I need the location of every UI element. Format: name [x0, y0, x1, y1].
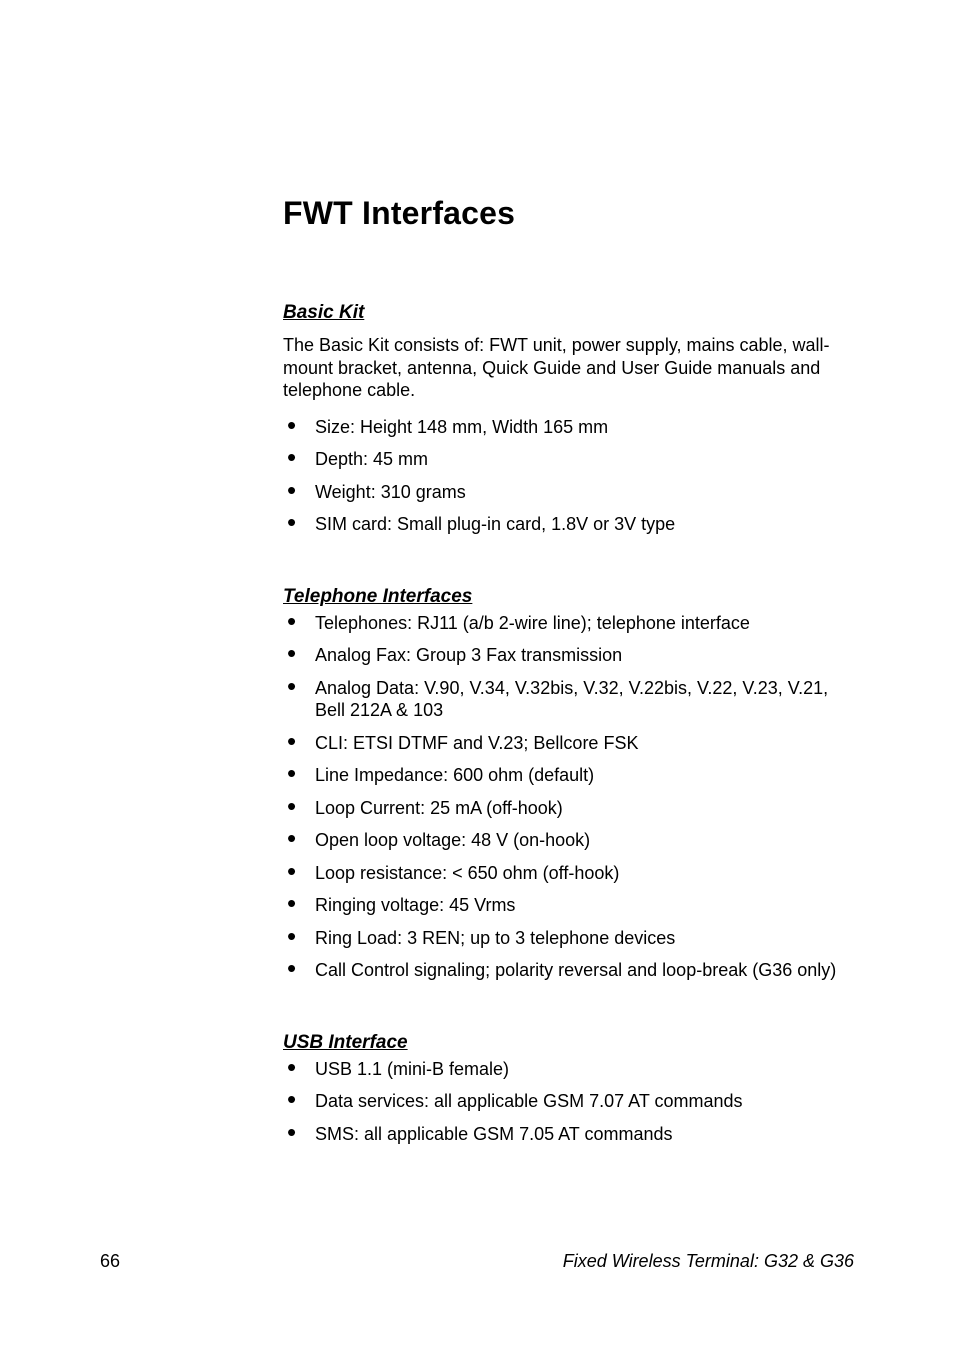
list-item: SMS: all applicable GSM 7.05 AT commands — [283, 1123, 854, 1146]
list-item: Weight: 310 grams — [283, 481, 854, 504]
list-item: USB 1.1 (mini-B female) — [283, 1058, 854, 1081]
list-item: SIM card: Small plug-in card, 1.8V or 3V… — [283, 513, 854, 536]
list-item: Ringing voltage: 45 Vrms — [283, 894, 854, 917]
list-item: Open loop voltage: 48 V (on-hook) — [283, 829, 854, 852]
page-footer: 66 Fixed Wireless Terminal: G32 & G36 — [0, 1251, 954, 1272]
basic-kit-intro: The Basic Kit consists of: FWT unit, pow… — [283, 334, 843, 402]
list-item: Call Control signaling; polarity reversa… — [283, 959, 854, 982]
list-item: CLI: ETSI DTMF and V.23; Bellcore FSK — [283, 732, 854, 755]
list-item: Line Impedance: 600 ohm (default) — [283, 764, 854, 787]
list-item: Depth: 45 mm — [283, 448, 854, 471]
list-item: Size: Height 148 mm, Width 165 mm — [283, 416, 854, 439]
section-heading-basic-kit: Basic Kit — [283, 302, 854, 324]
list-item: Loop Current: 25 mA (off-hook) — [283, 797, 854, 820]
list-item: Analog Fax: Group 3 Fax transmission — [283, 644, 854, 667]
usb-interface-list: USB 1.1 (mini-B female) Data services: a… — [283, 1058, 854, 1146]
list-item: Data services: all applicable GSM 7.07 A… — [283, 1090, 854, 1113]
telephone-interfaces-list: Telephones: RJ11 (a/b 2-wire line); tele… — [283, 612, 854, 982]
page-title: FWT Interfaces — [283, 195, 854, 232]
page: FWT Interfaces Basic Kit The Basic Kit c… — [0, 0, 954, 1352]
list-item: Ring Load: 3 REN; up to 3 telephone devi… — [283, 927, 854, 950]
page-number: 66 — [100, 1251, 120, 1272]
basic-kit-list: Size: Height 148 mm, Width 165 mm Depth:… — [283, 416, 854, 536]
list-item: Telephones: RJ11 (a/b 2-wire line); tele… — [283, 612, 854, 635]
list-item: Analog Data: V.90, V.34, V.32bis, V.32, … — [283, 677, 854, 722]
section-heading-usb-interface: USB Interface — [283, 1032, 854, 1054]
footer-doc-title: Fixed Wireless Terminal: G32 & G36 — [563, 1251, 854, 1272]
section-heading-telephone-interfaces: Telephone Interfaces — [283, 586, 854, 608]
list-item: Loop resistance: < 650 ohm (off-hook) — [283, 862, 854, 885]
